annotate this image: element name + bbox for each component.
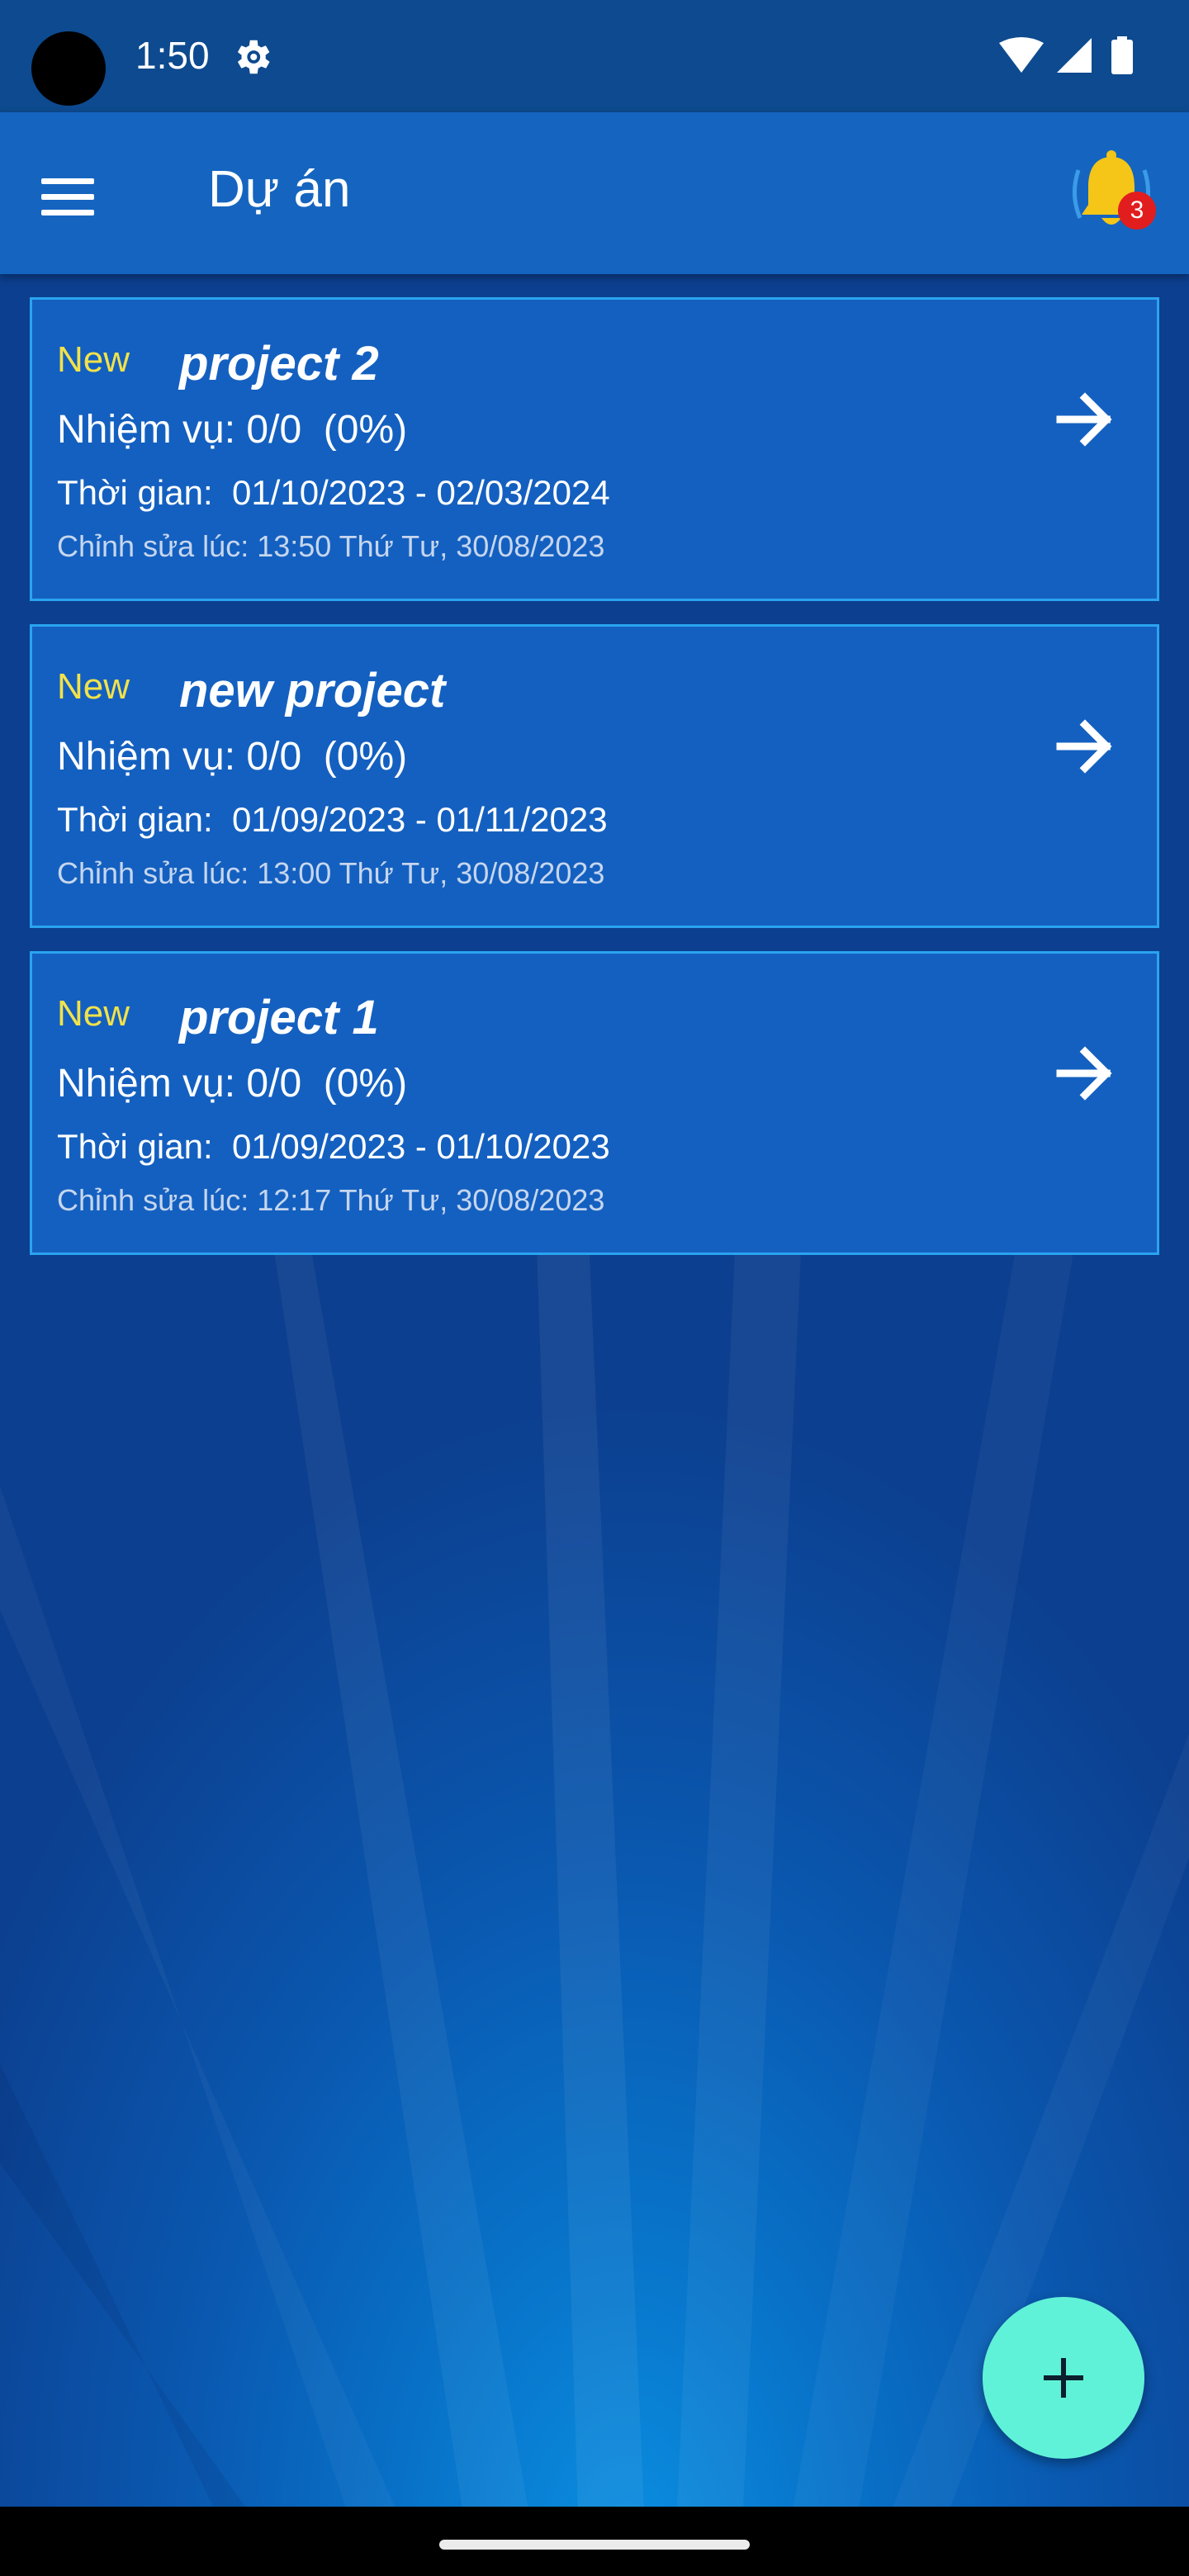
app-bar: Dự án 3 bbox=[0, 112, 1189, 274]
project-name: project 1 bbox=[179, 991, 379, 1044]
project-name: new project bbox=[179, 664, 446, 717]
project-period: Thời gian: 01/10/2023 - 02/03/2024 bbox=[57, 473, 610, 512]
system-navigation-bar bbox=[0, 2507, 1189, 2576]
project-list: New project 2 Nhiệm vụ: 0/0 (0%) Thời gi… bbox=[30, 297, 1159, 1278]
add-project-button[interactable] bbox=[983, 2297, 1144, 2459]
project-status: New bbox=[57, 339, 130, 380]
project-edited-time: Chỉnh sửa lúc: 13:00 Thứ Tư, 30/08/2023 bbox=[57, 856, 605, 890]
project-card[interactable]: New project 1 Nhiệm vụ: 0/0 (0%) Thời gi… bbox=[30, 951, 1159, 1255]
battery-icon bbox=[1111, 40, 1133, 74]
project-period: Thời gian: 01/09/2023 - 01/11/2023 bbox=[57, 800, 608, 839]
arrow-right-icon[interactable] bbox=[1048, 382, 1122, 457]
menu-icon[interactable] bbox=[41, 163, 121, 230]
status-bar: 1:50 bbox=[0, 0, 1189, 112]
project-name: project 2 bbox=[179, 337, 379, 391]
camera-cutout bbox=[31, 31, 106, 106]
arrow-right-icon[interactable] bbox=[1048, 1036, 1122, 1110]
home-gesture-handle[interactable] bbox=[439, 2540, 750, 2550]
project-card[interactable]: New project 2 Nhiệm vụ: 0/0 (0%) Thời gi… bbox=[30, 297, 1159, 601]
project-tasks: Nhiệm vụ: 0/0 (0%) bbox=[57, 408, 408, 452]
wifi-icon bbox=[999, 37, 1044, 73]
system-status-icons bbox=[999, 36, 1133, 74]
project-period: Thời gian: 01/09/2023 - 01/10/2023 bbox=[57, 1127, 610, 1166]
project-status: New bbox=[57, 993, 130, 1034]
arrow-right-icon[interactable] bbox=[1048, 709, 1122, 784]
notification-count-badge: 3 bbox=[1118, 192, 1156, 230]
settings-gear-icon bbox=[237, 40, 270, 74]
page-title: Dự án bbox=[208, 161, 351, 218]
status-time: 1:50 bbox=[135, 34, 210, 77]
project-edited-time: Chỉnh sửa lúc: 12:17 Thứ Tư, 30/08/2023 bbox=[57, 1183, 605, 1217]
project-tasks: Nhiệm vụ: 0/0 (0%) bbox=[57, 1062, 408, 1106]
signal-icon bbox=[1057, 38, 1092, 73]
project-edited-time: Chỉnh sửa lúc: 13:50 Thứ Tư, 30/08/2023 bbox=[57, 529, 605, 563]
project-card[interactable]: New new project Nhiệm vụ: 0/0 (0%) Thời … bbox=[30, 624, 1159, 928]
project-tasks: Nhiệm vụ: 0/0 (0%) bbox=[57, 735, 408, 779]
plus-icon bbox=[1044, 2358, 1083, 2398]
project-status: New bbox=[57, 666, 130, 707]
